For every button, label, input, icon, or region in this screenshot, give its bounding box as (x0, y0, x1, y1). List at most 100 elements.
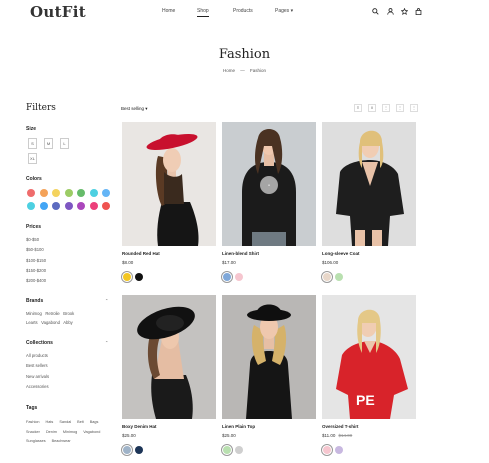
product-name[interactable]: Linen-blend Shirt (222, 251, 259, 256)
product-name[interactable]: Long-sleeve Coat (322, 251, 360, 256)
product-image[interactable] (322, 122, 416, 246)
user-icon[interactable] (387, 8, 394, 17)
tag[interactable]: Bags (90, 418, 99, 428)
brand-option[interactable]: Vagabond (41, 320, 60, 325)
swatch[interactable] (321, 271, 333, 283)
brand-option[interactable]: Minimog (26, 311, 42, 316)
product-card[interactable]: ● Linen-blend Shirt $17.00 (221, 122, 316, 283)
swatch[interactable] (235, 446, 243, 454)
color-swatch[interactable] (64, 189, 73, 197)
size-option[interactable]: L (60, 138, 69, 149)
brand-option[interactable]: Abby (63, 320, 73, 325)
product-image[interactable] (122, 122, 216, 246)
product-name[interactable]: Linen Plain Top (222, 424, 255, 429)
product-name[interactable]: Oversized T-shirt (322, 424, 359, 429)
brand-option[interactable]: Brook (63, 311, 74, 316)
price-option[interactable]: $0-$50 (26, 235, 46, 245)
sort-select[interactable]: Best selling ▾ (121, 106, 148, 112)
product-name[interactable]: Rounded Red Hat (122, 251, 160, 256)
swatch[interactable] (235, 273, 243, 281)
color-swatch[interactable] (89, 189, 98, 197)
tag[interactable]: Vagabond (83, 428, 100, 438)
original-price: $14.00 (338, 433, 353, 438)
price-option[interactable]: $200-$400 (26, 276, 46, 286)
tag[interactable]: Sunglasses (26, 437, 46, 447)
color-swatch[interactable] (39, 202, 48, 210)
collection-option[interactable]: All products (26, 351, 49, 361)
swatch[interactable] (321, 444, 333, 456)
color-swatch[interactable] (39, 189, 48, 197)
collections-heading[interactable]: Collections (26, 340, 53, 346)
product-card[interactable]: Linen Plain Top $25.00 (221, 295, 316, 456)
product-price: $25.00 (122, 433, 136, 438)
product-name[interactable]: Boxy Denim Hat (122, 424, 157, 429)
list-view-icon[interactable]: ≡ (354, 104, 362, 112)
color-swatch[interactable] (77, 202, 85, 210)
logo[interactable]: OutFit (30, 3, 86, 21)
collection-option[interactable]: Accessories (26, 382, 49, 392)
collection-list: All products Best sellers New arrivals A… (26, 351, 49, 392)
color-swatch[interactable] (27, 189, 35, 197)
brand-option[interactable]: Retrolie (45, 311, 59, 316)
grid-5-icon[interactable]: ⋮ (410, 104, 418, 112)
swatch[interactable] (221, 444, 233, 456)
tag[interactable]: Snacker (26, 428, 40, 438)
brands-heading[interactable]: Brands (26, 298, 43, 304)
swatch[interactable] (121, 444, 133, 456)
brand-option[interactable]: Learts (26, 320, 38, 325)
product-image[interactable] (222, 295, 316, 419)
product-card[interactable]: Rounded Red Hat $8.00 (121, 122, 216, 283)
size-option[interactable]: S (28, 138, 37, 149)
search-icon[interactable] (372, 8, 379, 17)
price-option[interactable]: $50-$100 (26, 245, 46, 255)
quick-view-icon[interactable]: ● (260, 176, 278, 194)
product-card[interactable]: PE Oversized T-shirt $11.00 $14.00 (321, 295, 416, 456)
nav-shop[interactable]: Shop (197, 8, 209, 17)
size-option[interactable]: M (44, 138, 53, 149)
tag[interactable]: Denim (46, 428, 57, 438)
swatch[interactable] (121, 271, 133, 283)
breadcrumb-home[interactable]: Home (223, 68, 235, 73)
nav-pages[interactable]: Pages ▾ (275, 8, 293, 14)
wishlist-icon[interactable] (400, 7, 409, 17)
product-card[interactable]: Boxy Denim Hat $25.00 (121, 295, 216, 456)
swatch[interactable] (135, 273, 143, 281)
cart-icon[interactable] (415, 8, 422, 17)
chevron-up-icon[interactable]: ⌃ (105, 298, 108, 303)
grid-3-icon[interactable]: ⋮ (382, 104, 390, 112)
color-swatch[interactable] (52, 202, 60, 210)
product-image[interactable]: ● (222, 122, 316, 246)
nav-home[interactable]: Home (162, 8, 175, 14)
chevron-up-icon[interactable]: ⌃ (105, 340, 108, 345)
product-image[interactable]: PE (322, 295, 416, 419)
color-swatch[interactable] (52, 189, 60, 197)
nav-products[interactable]: Products (233, 8, 253, 14)
color-swatch[interactable] (64, 202, 73, 210)
price-option[interactable]: $100-$150 (26, 256, 46, 266)
grid-4-icon[interactable]: ⋮ (396, 104, 404, 112)
product-image[interactable] (122, 295, 216, 419)
tag[interactable]: Sandal (59, 418, 71, 428)
swatch[interactable] (335, 273, 343, 281)
price-option[interactable]: $150-$200 (26, 266, 46, 276)
tag[interactable]: Hats (46, 418, 54, 428)
tag[interactable]: Belt (77, 418, 84, 428)
swatch[interactable] (335, 446, 343, 454)
collection-option[interactable]: Best sellers (26, 361, 49, 371)
collection-option[interactable]: New arrivals (26, 372, 49, 382)
swatch[interactable] (221, 271, 233, 283)
color-swatch[interactable] (102, 202, 110, 210)
grid-2-icon[interactable]: ‖ (368, 104, 376, 112)
swatch[interactable] (135, 446, 143, 454)
tag[interactable]: Fashion (26, 418, 40, 428)
tag[interactable]: Minimog (63, 428, 77, 438)
breadcrumb-separator: — (240, 68, 245, 73)
color-swatch[interactable] (89, 202, 98, 210)
color-swatch[interactable] (102, 189, 110, 197)
size-option[interactable]: XL (28, 153, 37, 164)
color-swatch[interactable] (27, 202, 35, 210)
product-card[interactable]: Long-sleeve Coat $106.00 (321, 122, 416, 283)
filters-title: Filters (26, 103, 56, 113)
color-swatch[interactable] (77, 189, 85, 197)
tag[interactable]: Beachwear (52, 437, 71, 447)
